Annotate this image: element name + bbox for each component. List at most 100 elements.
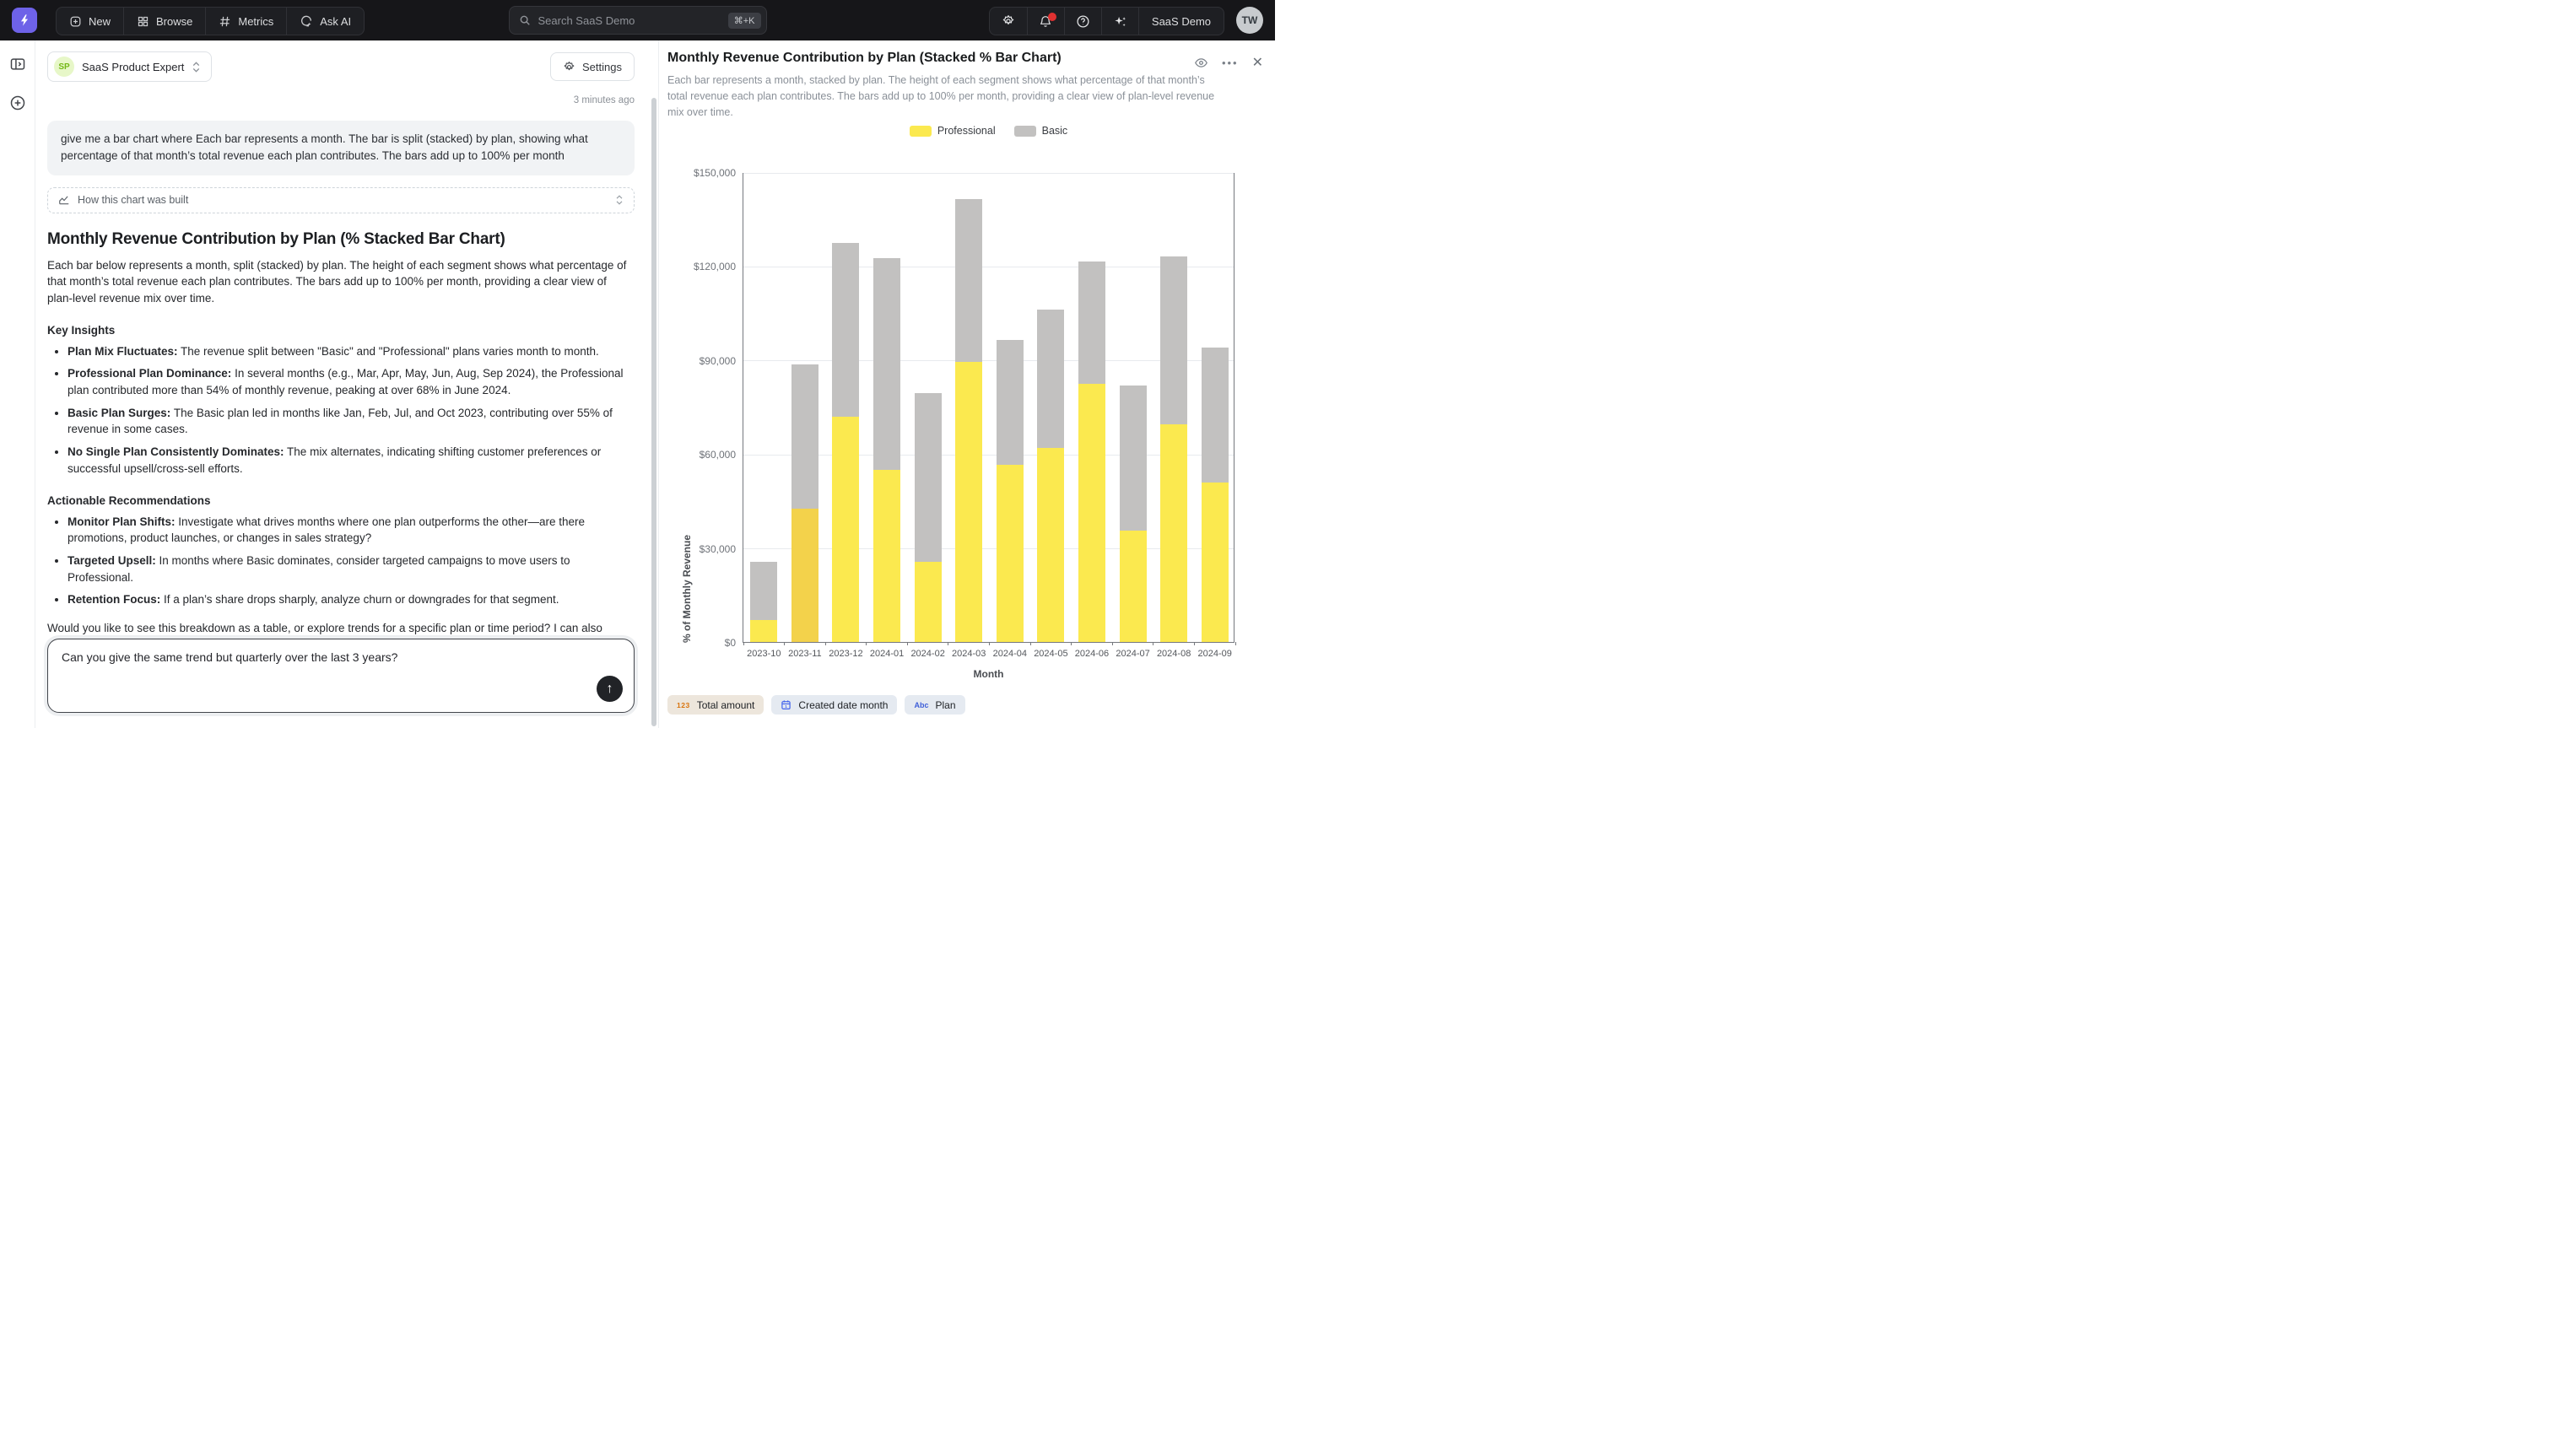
x-tick-label: 2023-11 xyxy=(788,649,822,659)
notification-badge xyxy=(1048,13,1056,21)
x-tick-label: 2024-07 xyxy=(1116,649,1149,659)
bar-segment-professional-2023-11[interactable] xyxy=(791,509,818,642)
more-options-icon[interactable]: ••• xyxy=(1222,57,1239,69)
bar-segment-basic-2024-04[interactable] xyxy=(997,340,1024,466)
bar-segment-professional-2024-08[interactable] xyxy=(1160,424,1187,642)
bar-segment-professional-2024-03[interactable] xyxy=(955,362,982,642)
bar-segment-basic-2024-01[interactable] xyxy=(873,258,900,470)
calendar-icon: 1 xyxy=(781,699,791,710)
how-chart-built-expander[interactable]: How this chart was built xyxy=(47,187,635,213)
bar-segment-basic-2024-03[interactable] xyxy=(955,199,982,362)
sidebar-toggle-icon[interactable] xyxy=(9,56,26,73)
bar-segment-basic-2024-02[interactable] xyxy=(915,393,942,563)
settings-label: Settings xyxy=(582,61,622,73)
y-tick-label: $90,000 xyxy=(700,355,736,367)
grid-icon xyxy=(137,15,149,28)
response-intro: Each bar below represents a month, split… xyxy=(47,257,635,307)
bar-segment-professional-2023-12[interactable] xyxy=(832,417,859,642)
view-eye-icon[interactable] xyxy=(1194,56,1208,70)
send-button[interactable]: ↑ xyxy=(597,676,623,702)
bar-segment-basic-2023-12[interactable] xyxy=(832,243,859,417)
bar-segment-professional-2024-01[interactable] xyxy=(873,470,900,642)
bullet-item: Targeted Upsell: In months where Basic d… xyxy=(68,553,635,585)
agent-settings-button[interactable]: Settings xyxy=(550,52,635,81)
agent-name: SaaS Product Expert xyxy=(82,61,184,73)
bar-segment-basic-2023-11[interactable] xyxy=(791,364,818,509)
bar-segment-professional-2023-10[interactable] xyxy=(750,620,777,642)
chat-star-icon xyxy=(300,14,313,28)
bar-segment-basic-2024-09[interactable] xyxy=(1202,348,1229,483)
chat-input[interactable]: Can you give the same trend but quarterl… xyxy=(47,639,635,713)
new-thread-icon[interactable] xyxy=(9,94,26,111)
y-axis-title: % of Monthly Revenue xyxy=(681,173,693,643)
global-search-input[interactable]: Search SaaS Demo ⌘+K xyxy=(509,6,767,35)
ai-sparkles-button[interactable] xyxy=(1101,8,1138,35)
field-tag-label: Total amount xyxy=(697,699,755,711)
field-tag-total-amount[interactable]: 123 Total amount xyxy=(667,695,764,715)
x-axis-title: Month xyxy=(743,668,1234,680)
numeric-123-icon: 123 xyxy=(677,701,690,709)
bar-segment-professional-2024-09[interactable] xyxy=(1202,483,1229,642)
metrics-button[interactable]: Metrics xyxy=(205,8,286,35)
chat-input-value: Can you give the same trend but quarterl… xyxy=(62,650,397,664)
section-bullet-list: Plan Mix Fluctuates: The revenue split b… xyxy=(68,343,635,477)
app-logo[interactable] xyxy=(12,8,37,33)
agent-selector[interactable]: SP SaaS Product Expert xyxy=(47,51,212,82)
chart-panel-actions: ••• ✕ xyxy=(1194,54,1263,71)
x-tick-label: 2024-01 xyxy=(870,649,904,659)
x-tick-mark xyxy=(1112,642,1113,645)
bullet-item: No Single Plan Consistently Dominates: T… xyxy=(68,444,635,477)
field-tag-plan[interactable]: AbcPlan xyxy=(905,695,964,715)
y-tick-label: $30,000 xyxy=(700,543,736,555)
bar-segment-professional-2024-07[interactable] xyxy=(1120,531,1147,642)
how-built-label: How this chart was built xyxy=(78,194,188,206)
x-tick-mark xyxy=(743,642,744,645)
bullet-item: Plan Mix Fluctuates: The revenue split b… xyxy=(68,343,635,360)
legend-item-professional[interactable]: Professional xyxy=(910,125,996,137)
user-avatar[interactable]: TW xyxy=(1236,7,1263,34)
y-tick-label: $60,000 xyxy=(700,449,736,461)
bar-segment-basic-2024-05[interactable] xyxy=(1037,310,1064,447)
settings-nav-button[interactable] xyxy=(990,8,1027,35)
help-circle-icon xyxy=(1076,14,1090,29)
chart-legend: Professional Basic xyxy=(743,125,1234,137)
help-button[interactable] xyxy=(1064,8,1101,35)
org-switcher-button[interactable]: SaaS Demo xyxy=(1138,8,1224,35)
main-layout: SP SaaS Product Expert Settings 3 minute… xyxy=(0,40,1275,728)
svg-text:1: 1 xyxy=(786,704,788,709)
bar-segment-professional-2024-02[interactable] xyxy=(915,562,942,642)
x-tick-mark xyxy=(989,642,990,645)
chat-header: SP SaaS Product Expert Settings xyxy=(47,51,635,82)
close-icon[interactable]: ✕ xyxy=(1252,54,1263,71)
bar-segment-basic-2024-07[interactable] xyxy=(1120,386,1147,531)
chat-scrollbar[interactable] xyxy=(651,98,656,726)
x-tick-mark xyxy=(825,642,826,645)
x-tick-label: 2024-05 xyxy=(1034,649,1067,659)
bar-segment-basic-2023-10[interactable] xyxy=(750,562,777,620)
browse-button[interactable]: Browse xyxy=(123,8,205,35)
x-tick-label: 2024-08 xyxy=(1157,649,1191,659)
x-tick-label: 2024-06 xyxy=(1075,649,1109,659)
bar-segment-basic-2024-08[interactable] xyxy=(1160,256,1187,424)
search-shortcut-badge: ⌘+K xyxy=(728,13,761,29)
legend-swatch xyxy=(1014,126,1036,137)
notifications-button[interactable] xyxy=(1027,8,1064,35)
ask-ai-button[interactable]: Ask AI xyxy=(286,8,364,35)
bar-segment-professional-2024-05[interactable] xyxy=(1037,448,1064,642)
y-tick-label: $150,000 xyxy=(694,167,736,179)
sparkles-icon xyxy=(1113,14,1127,29)
chevron-selector-icon xyxy=(192,62,201,73)
stacked-bar-chart[interactable]: $0$30,000$60,000$90,000$120,000$150,0002… xyxy=(743,173,1234,643)
legend-item-basic[interactable]: Basic xyxy=(1014,125,1068,137)
bar-segment-professional-2024-04[interactable] xyxy=(997,465,1024,642)
x-tick-label: 2024-03 xyxy=(952,649,986,659)
x-tick-label: 2023-10 xyxy=(747,649,781,659)
bar-segment-basic-2024-06[interactable] xyxy=(1078,262,1105,384)
bar-segment-professional-2024-06[interactable] xyxy=(1078,384,1105,642)
x-tick-mark xyxy=(1235,642,1236,645)
field-tag-created-date-month[interactable]: 1Created date month xyxy=(771,695,897,715)
chart-description: Each bar represents a month, stacked by … xyxy=(667,73,1220,120)
search-icon xyxy=(519,14,531,26)
legend-label: Professional xyxy=(937,125,996,137)
new-button[interactable]: New xyxy=(57,8,123,35)
